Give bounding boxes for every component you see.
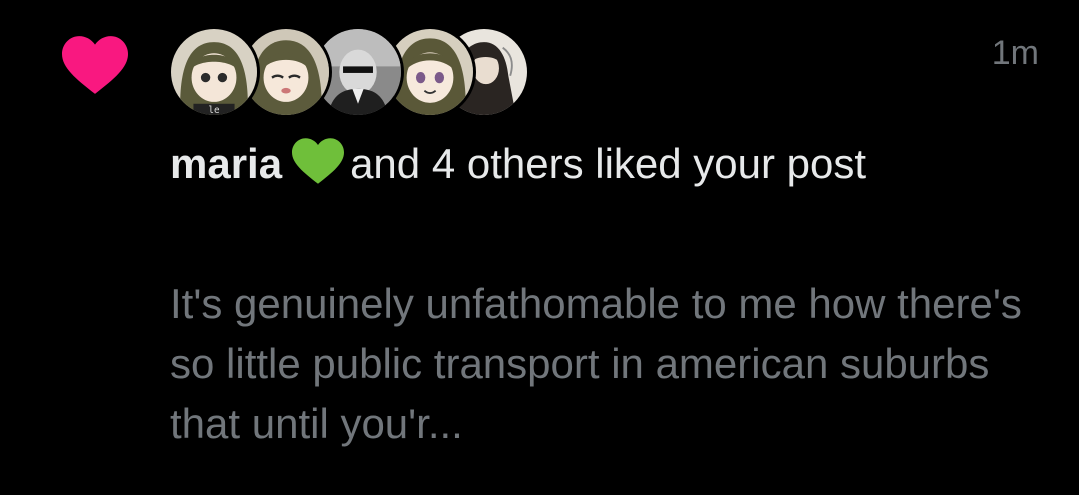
like-notification[interactable]: le 1m maria and 4 others liked your post… <box>0 0 1079 495</box>
avatar-caption: le <box>208 105 220 115</box>
heart-icon <box>62 36 128 94</box>
timestamp: 1m <box>991 34 1039 72</box>
avatar-stack: le <box>168 26 530 120</box>
avatar[interactable]: le <box>168 26 260 118</box>
action-text: and 4 others liked your post <box>350 140 867 187</box>
green-heart-icon <box>292 138 345 184</box>
liked-summary[interactable]: maria and 4 others liked your post <box>170 138 1030 190</box>
user-name[interactable]: maria <box>170 140 282 187</box>
post-preview[interactable]: It's genuinely unfathomable to me how th… <box>170 274 1050 454</box>
